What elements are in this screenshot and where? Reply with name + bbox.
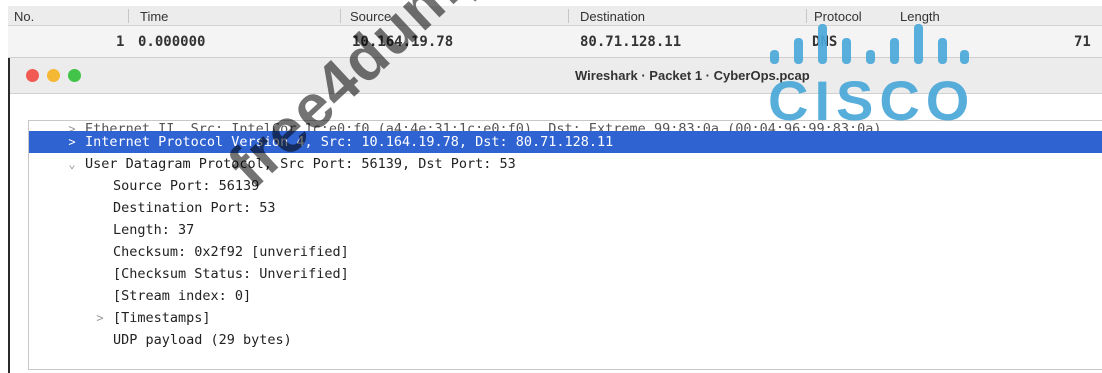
- tree-row-label: Destination Port: 53: [113, 200, 276, 216]
- logo-bar: [866, 50, 875, 64]
- tree-row-destination-port[interactable]: Destination Port: 53: [29, 197, 1102, 219]
- close-window-button[interactable]: [26, 69, 39, 82]
- tree-row-length[interactable]: Length: 37: [29, 219, 1102, 241]
- tree-row-label: [Stream index: 0]: [113, 288, 252, 304]
- tree-row-stream-index[interactable]: [Stream index: 0]: [29, 285, 1102, 307]
- column-header-destination[interactable]: Destination: [580, 9, 645, 24]
- tree-row-label: [Timestamps]: [113, 310, 211, 326]
- tree-row-timestamps[interactable]: > [Timestamps]: [29, 307, 1102, 329]
- cisco-wordmark: CISCO: [768, 69, 976, 132]
- tree-row-label: Checksum: 0x2f92 [unverified]: [113, 244, 349, 260]
- logo-bar: [818, 24, 827, 64]
- logo-bar: [914, 24, 923, 64]
- chevron-down-icon[interactable]: ⌄: [65, 153, 79, 175]
- logo-bar: [960, 50, 969, 64]
- logo-bar: [794, 38, 803, 64]
- packet-time: 0.000000: [138, 34, 206, 50]
- tree-row-udp-payload[interactable]: UDP payload (29 bytes): [29, 329, 1102, 351]
- tree-row-checksum-status[interactable]: [Checksum Status: Unverified]: [29, 263, 1102, 285]
- tree-row-source-port[interactable]: Source Port: 56139: [29, 175, 1102, 197]
- logo-bar: [890, 38, 899, 64]
- tree-row-label: UDP payload (29 bytes): [113, 332, 292, 348]
- tree-row-label: Internet Protocol Version 4, Src: 10.164…: [85, 134, 614, 150]
- column-separator[interactable]: [340, 9, 341, 23]
- packet-destination: 80.71.128.11: [580, 34, 682, 50]
- chevron-right-icon[interactable]: >: [65, 131, 79, 153]
- tree-row-checksum[interactable]: Checksum: 0x2f92 [unverified]: [29, 241, 1102, 263]
- column-header-time[interactable]: Time: [140, 9, 168, 24]
- chevron-right-icon[interactable]: >: [93, 307, 107, 329]
- column-header-no[interactable]: No.: [14, 9, 34, 24]
- column-separator[interactable]: [568, 9, 569, 23]
- logo-bar: [842, 38, 851, 64]
- cisco-logo: CISCO: [760, 6, 970, 136]
- tree-row-udp[interactable]: ⌄ User Datagram Protocol, Src Port: 5613…: [29, 153, 1102, 175]
- packet-details-tree: > Ethernet II, Src: IntelCor_1c:e0:f0 (a…: [28, 120, 1102, 370]
- column-separator[interactable]: [128, 9, 129, 23]
- tree-row-label: Length: 37: [113, 222, 195, 238]
- logo-bar: [938, 38, 947, 64]
- tree-row-label: [Checksum Status: Unverified]: [113, 266, 349, 282]
- packet-no: 1: [116, 34, 125, 50]
- logo-bar: [770, 50, 779, 64]
- packet-length: 71: [1074, 34, 1091, 50]
- zoom-window-button[interactable]: [68, 69, 81, 82]
- minimize-window-button[interactable]: [47, 69, 60, 82]
- tree-row-label: Source Port: 56139: [113, 178, 260, 194]
